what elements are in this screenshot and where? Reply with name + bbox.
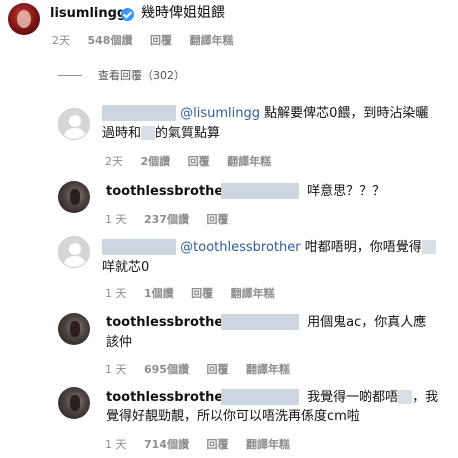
reply-button[interactable]: 回覆 bbox=[206, 363, 228, 376]
avatar[interactable] bbox=[58, 236, 90, 268]
redacted-username bbox=[221, 182, 299, 199]
reply-likes[interactable]: 2個讚 bbox=[141, 155, 171, 168]
view-replies-button[interactable]: 查看回覆（302） bbox=[58, 67, 185, 83]
reply-username[interactable]: toothlessbrother bbox=[106, 315, 230, 330]
reply-likes[interactable]: 1個讚 bbox=[144, 287, 174, 300]
reply-likes[interactable]: 237個讚 bbox=[144, 213, 189, 226]
reply-text: 的氣質點算 bbox=[155, 126, 221, 141]
reply-text: 咁都唔明，你唔覺得 bbox=[300, 240, 422, 255]
avatar[interactable] bbox=[58, 387, 90, 419]
avatar[interactable] bbox=[8, 3, 40, 35]
view-replies-label[interactable]: 查看回覆（302） bbox=[98, 67, 185, 83]
translate-button[interactable]: 翻譯年糕 bbox=[231, 287, 275, 300]
reply-meta: 1 天 237個讚 回覆 bbox=[105, 211, 242, 227]
reply-button[interactable]: 回覆 bbox=[206, 438, 228, 451]
verified-badge-icon bbox=[121, 8, 134, 21]
post-time: 2天 bbox=[52, 34, 70, 47]
reply-text: ，我 bbox=[412, 390, 439, 405]
redacted-username bbox=[102, 238, 176, 255]
redacted-username bbox=[102, 104, 176, 121]
redacted-text bbox=[141, 125, 156, 140]
post-username[interactable]: lisumlingg bbox=[50, 6, 126, 21]
reply-meta: 2天 2個讚 回覆 翻譯年糕 bbox=[105, 153, 285, 169]
mention-link[interactable]: @toothlessbrother bbox=[180, 240, 300, 255]
reply-text: 點解要俾芯0餵，到時沾染曬 bbox=[260, 106, 429, 121]
post-text: 幾時俾姐姐餵 bbox=[141, 5, 225, 21]
reply-text-content: 咩意思？？？ bbox=[307, 184, 386, 199]
reply-text-content: 我覺得一啲都唔 bbox=[307, 390, 399, 405]
redacted-username bbox=[221, 388, 299, 405]
mention-link[interactable]: @lisumlingg bbox=[180, 106, 260, 121]
reply-button[interactable]: 回覆 bbox=[188, 155, 210, 168]
list-item: @toothlessbrother 咁都唔明，你唔覺得 bbox=[102, 238, 436, 257]
reply-text-line2: 覺得好靚勁靚，所以你可以唔洗再係度cm啦 bbox=[106, 409, 360, 424]
reply-text-content: 用個鬼ac，你真人應 bbox=[307, 315, 427, 330]
reply-time: 1 天 bbox=[105, 363, 127, 376]
reply-text: 用個鬼ac，你真人應 bbox=[221, 313, 426, 332]
redacted-text bbox=[421, 239, 436, 254]
post-translate-button[interactable]: 翻譯年糕 bbox=[189, 34, 233, 47]
reply-meta: 1 天 714個讚 回覆 翻譯年糕 bbox=[105, 436, 304, 452]
reply-username[interactable]: toothlessbrother bbox=[106, 184, 230, 199]
reply-likes[interactable]: 714個讚 bbox=[144, 438, 189, 451]
reply-time: 1 天 bbox=[105, 438, 127, 451]
divider bbox=[58, 74, 82, 76]
reply-text-line2: 該仲 bbox=[106, 335, 133, 350]
reply-text: 咩意思？？？ bbox=[221, 182, 385, 201]
reply-text-line2: 咩就芯0 bbox=[102, 260, 150, 275]
reply-meta: 1 天 1個讚 回覆 翻譯年糕 bbox=[105, 285, 289, 301]
post-likes[interactable]: 548個讚 bbox=[88, 34, 133, 47]
reply-time: 1 天 bbox=[105, 287, 127, 300]
avatar[interactable] bbox=[58, 108, 90, 140]
reply-likes[interactable]: 695個讚 bbox=[144, 363, 189, 376]
post-meta: 2天 548個讚 回覆 翻譯年糕 bbox=[52, 32, 247, 48]
avatar[interactable] bbox=[58, 313, 90, 345]
reply-text: 我覺得一啲都唔 ，我 bbox=[221, 388, 438, 407]
translate-button[interactable]: 翻譯年糕 bbox=[246, 363, 290, 376]
reply-text: 過時和 bbox=[102, 126, 142, 141]
translate-button[interactable]: 翻譯年糕 bbox=[227, 155, 271, 168]
reply-text-line2: 過時和 的氣質點算 bbox=[102, 124, 220, 143]
redacted-username bbox=[221, 313, 299, 330]
redacted-text bbox=[398, 389, 413, 404]
reply-time: 2天 bbox=[105, 155, 123, 168]
reply-username[interactable]: toothlessbrother bbox=[106, 390, 230, 405]
reply-time: 1 天 bbox=[105, 213, 127, 226]
reply-meta: 1 天 695個讚 回覆 翻譯年糕 bbox=[105, 361, 304, 377]
reply-button[interactable]: 回覆 bbox=[191, 287, 213, 300]
translate-button[interactable]: 翻譯年糕 bbox=[246, 438, 290, 451]
reply-button[interactable]: 回覆 bbox=[206, 213, 228, 226]
avatar[interactable] bbox=[58, 181, 90, 213]
post-reply-button[interactable]: 回覆 bbox=[150, 34, 172, 47]
list-item: @lisumlingg 點解要俾芯0餵，到時沾染曬 bbox=[102, 104, 428, 123]
